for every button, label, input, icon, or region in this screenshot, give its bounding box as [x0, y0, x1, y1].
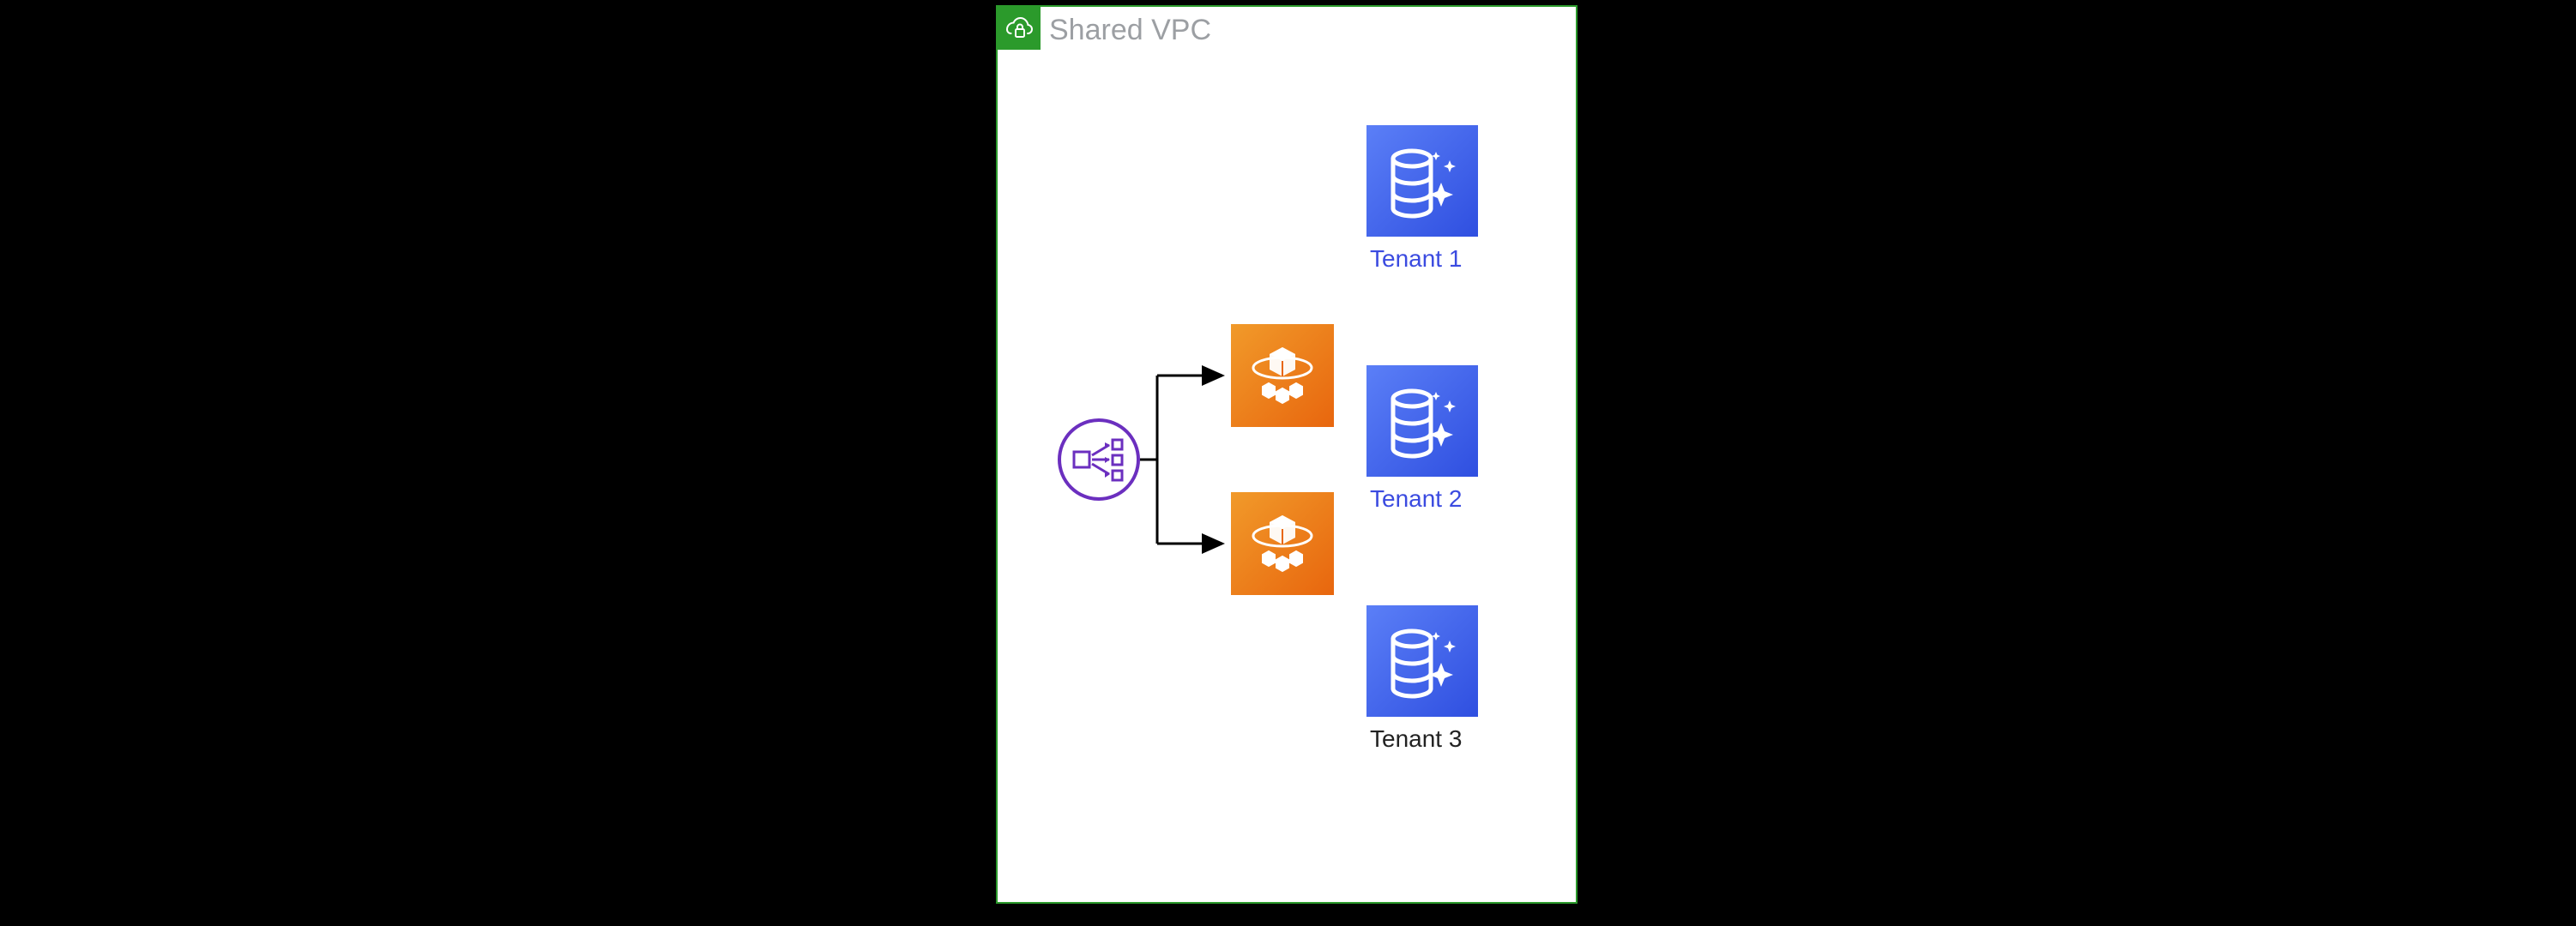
diagram-stage: Shared VPC	[0, 0, 2576, 926]
connector-arrows	[1140, 341, 1234, 581]
database-icon	[1366, 365, 1478, 477]
database-icon	[1366, 605, 1478, 717]
compute-service-icon	[1231, 324, 1334, 427]
router-icon	[1058, 418, 1140, 501]
vpc-badge	[998, 7, 1041, 50]
vpc-container: Shared VPC	[996, 5, 1578, 904]
tenant-label: Tenant 1	[1370, 245, 1462, 273]
vpc-title: Shared VPC	[1049, 14, 1211, 47]
tenant-label: Tenant 2	[1370, 485, 1462, 513]
database-icon	[1366, 125, 1478, 237]
cloud-lock-icon	[1004, 16, 1035, 40]
tenant-label: Tenant 3	[1370, 725, 1462, 753]
compute-service-icon	[1231, 492, 1334, 595]
